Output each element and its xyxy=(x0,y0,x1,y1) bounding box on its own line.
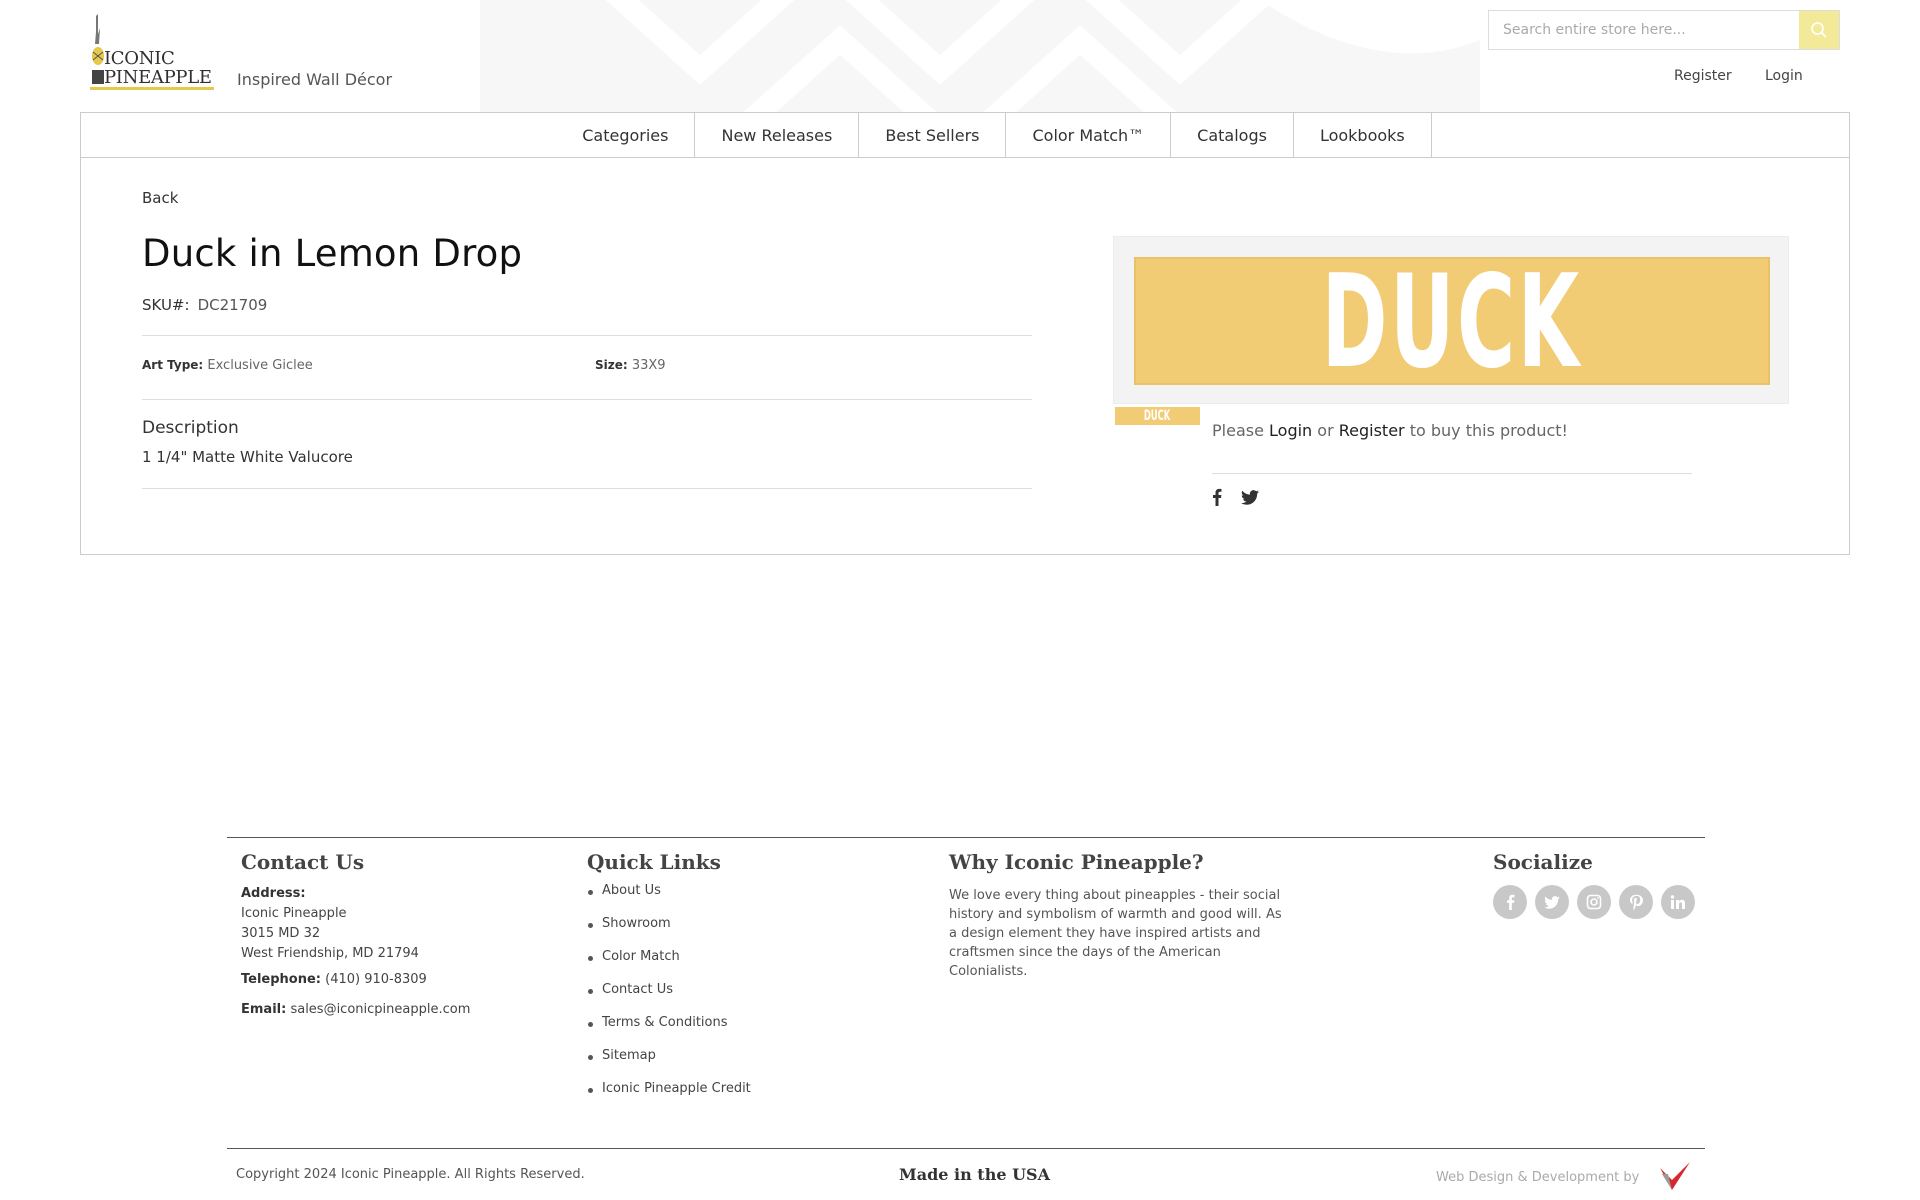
search-button[interactable] xyxy=(1799,11,1839,49)
quick-links-list: About Us Showroom Color Match Contact Us… xyxy=(588,883,751,1114)
buy-message: Please Login or Register to buy this pro… xyxy=(1212,421,1568,440)
nav-catalogs[interactable]: Catalogs xyxy=(1171,113,1294,157)
nav-categories[interactable]: Categories xyxy=(556,113,696,157)
size: Size: 33X9 xyxy=(595,358,666,373)
social-linkedin[interactable] xyxy=(1661,885,1695,919)
divider xyxy=(1212,473,1692,474)
buy-login-link[interactable]: Login xyxy=(1269,421,1312,440)
address-line-2: 3015 MD 32 xyxy=(241,926,321,941)
nav-new-releases[interactable]: New Releases xyxy=(695,113,860,157)
size-value: 33X9 xyxy=(631,358,666,373)
twitter-icon xyxy=(1241,489,1259,505)
quick-link-contact-us[interactable]: Contact Us xyxy=(588,982,751,1015)
logo-underline xyxy=(90,87,214,90)
description-text: 1 1/4" Matte White Valucore xyxy=(142,448,353,466)
nav-best-sellers[interactable]: Best Sellers xyxy=(859,113,1007,157)
copyright: Copyright 2024 Iconic Pineapple. All Rig… xyxy=(236,1167,585,1182)
address-line-1: Iconic Pineapple xyxy=(241,906,347,921)
quick-link-terms[interactable]: Terms & Conditions xyxy=(588,1015,751,1048)
telephone-label: Telephone: xyxy=(241,972,321,987)
product-sku: SKU#: DC21709 xyxy=(142,296,267,314)
tagline: Inspired Wall Décor xyxy=(237,70,393,89)
linkedin-icon xyxy=(1670,894,1685,909)
social-facebook[interactable] xyxy=(1493,885,1527,919)
nav-color-match[interactable]: Color Match™ xyxy=(1006,113,1172,157)
quick-link-color-match[interactable]: Color Match xyxy=(588,949,751,982)
buy-or: or xyxy=(1317,421,1334,440)
contact-email: Email: sales@iconicpineapple.com xyxy=(241,1000,470,1020)
facebook-icon xyxy=(1213,488,1222,506)
quick-link-credit[interactable]: Iconic Pineapple Credit xyxy=(588,1081,751,1114)
address-label: Address: xyxy=(241,886,306,901)
artwork-text: DUCK xyxy=(1322,248,1582,397)
logo-line-1: ICONIC xyxy=(104,48,175,69)
developer-credit[interactable]: Web Design & Development by xyxy=(1436,1170,1639,1185)
art-type-value: Exclusive Giclee xyxy=(207,358,313,373)
pinterest-icon xyxy=(1630,894,1643,910)
address-line-3: West Friendship, MD 21794 xyxy=(241,946,419,961)
product-thumbnail[interactable]: DUCK xyxy=(1115,407,1200,425)
product-title: Duck in Lemon Drop xyxy=(142,232,523,275)
login-link[interactable]: Login xyxy=(1765,68,1803,84)
sku-label: SKU#: xyxy=(142,296,190,314)
search-box xyxy=(1488,10,1840,50)
developer-logo-icon[interactable] xyxy=(1658,1160,1692,1194)
buy-prefix: Please xyxy=(1212,421,1264,440)
contact-address: Address: Iconic Pineapple 3015 MD 32 Wes… xyxy=(241,884,419,964)
logo-line-2: PINEAPPLE xyxy=(104,67,212,88)
art-type: Art Type: Exclusive Giclee xyxy=(142,358,313,373)
footer-bottom-divider xyxy=(227,1148,1705,1149)
iconic-pineapple-logo[interactable]: ICONIC PINEAPPLE xyxy=(88,14,218,92)
search-icon xyxy=(1811,22,1827,38)
twitter-share[interactable] xyxy=(1241,488,1259,506)
socialize-heading: Socialize xyxy=(1493,850,1593,874)
register-link[interactable]: Register xyxy=(1674,68,1732,84)
buy-suffix: to buy this product! xyxy=(1409,421,1568,440)
size-label: Size: xyxy=(595,358,628,372)
social-pinterest[interactable] xyxy=(1619,885,1653,919)
thumbnail-text: DUCK xyxy=(1144,408,1171,424)
divider xyxy=(142,335,1032,336)
telephone-value[interactable]: (410) 910-8309 xyxy=(325,972,427,987)
divider xyxy=(142,399,1032,400)
header-background-pattern xyxy=(480,0,1480,112)
description-heading: Description xyxy=(142,418,239,438)
sku-value: DC21709 xyxy=(197,296,268,314)
twitter-icon xyxy=(1544,895,1560,909)
made-in-usa: Made in the USA xyxy=(899,1165,1050,1184)
social-instagram[interactable] xyxy=(1577,885,1611,919)
search-input[interactable] xyxy=(1489,11,1801,49)
footer-top-divider xyxy=(227,837,1705,838)
divider xyxy=(142,488,1032,489)
quick-links-heading: Quick Links xyxy=(587,850,721,874)
why-text: We love every thing about pineapples - t… xyxy=(949,888,1282,979)
product-artwork: DUCK xyxy=(1134,248,1770,397)
contact-heading: Contact Us xyxy=(241,850,365,874)
back-link[interactable]: Back xyxy=(142,189,178,207)
social-twitter[interactable] xyxy=(1535,885,1569,919)
product-image[interactable]: DUCK xyxy=(1113,236,1789,404)
quick-link-sitemap[interactable]: Sitemap xyxy=(588,1048,751,1081)
contact-telephone: Telephone: (410) 910-8309 xyxy=(241,970,427,990)
quick-link-about-us[interactable]: About Us xyxy=(588,883,751,916)
facebook-icon xyxy=(1506,894,1514,910)
email-label: Email: xyxy=(241,1002,287,1017)
main-navigation: Categories New Releases Best Sellers Col… xyxy=(80,112,1850,158)
art-type-label: Art Type: xyxy=(142,358,204,372)
nav-lookbooks[interactable]: Lookbooks xyxy=(1294,113,1432,157)
buy-register-link[interactable]: Register xyxy=(1339,421,1405,440)
quick-link-showroom[interactable]: Showroom xyxy=(588,916,751,949)
why-heading: Why Iconic Pineapple? xyxy=(949,850,1204,874)
instagram-icon xyxy=(1586,894,1602,910)
email-value[interactable]: sales@iconicpineapple.com xyxy=(290,1002,470,1017)
facebook-share[interactable] xyxy=(1208,488,1226,506)
